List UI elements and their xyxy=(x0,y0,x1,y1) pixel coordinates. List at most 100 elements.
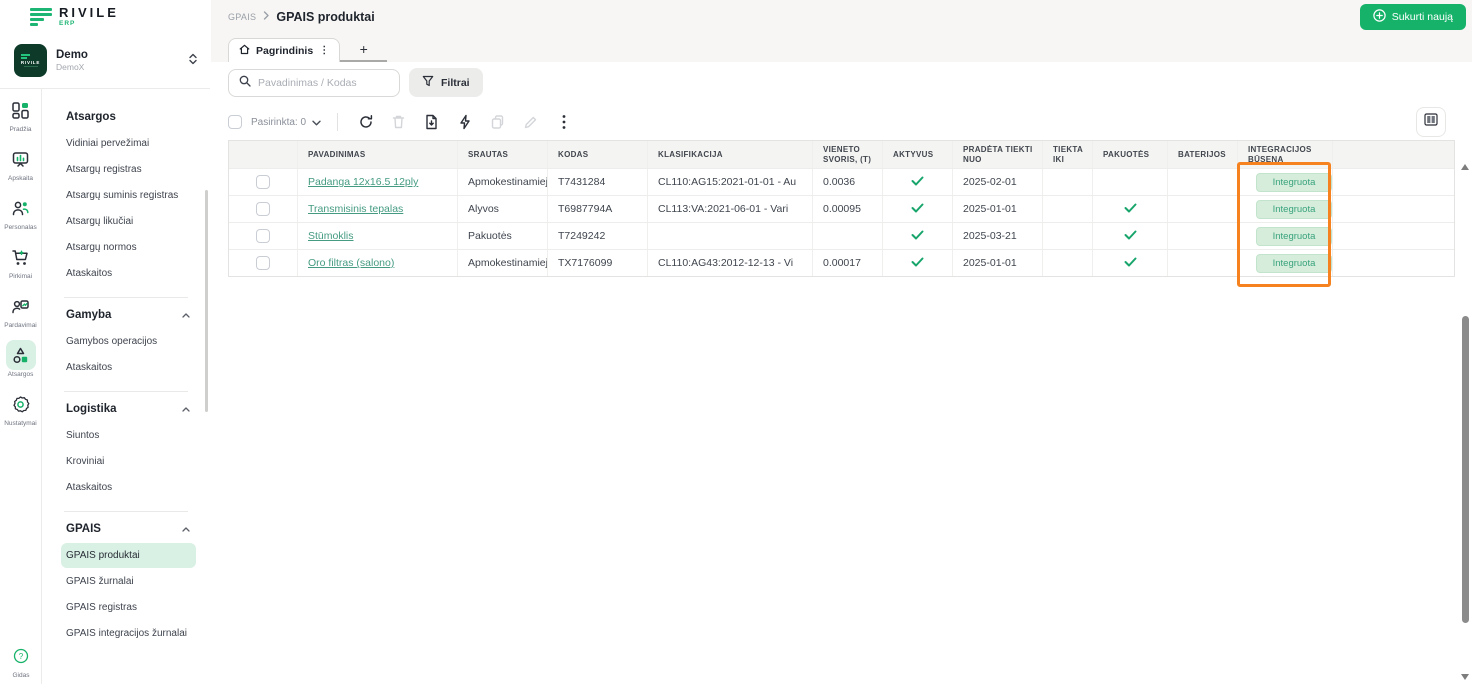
rail-item-pardavimai[interactable]: Pardavimai xyxy=(4,291,37,329)
filter-row: Filtrai xyxy=(228,68,483,97)
column-header-kodas[interactable]: KODAS xyxy=(547,141,647,168)
sidebar-item-gamybos-operacijos[interactable]: Gamybos operacijos xyxy=(61,329,196,354)
table-row: Transmisinis tepalasAlyvosT6987794ACL113… xyxy=(229,195,1454,222)
sidebar-item-ataskaitos[interactable]: Ataskaitos xyxy=(61,475,196,500)
sidebar-scrollbar[interactable] xyxy=(205,190,208,412)
sidebar-item-kroviniai[interactable]: Kroviniai xyxy=(61,449,196,474)
kodas-value: T7249242 xyxy=(558,230,605,242)
scroll-up-arrow[interactable] xyxy=(1461,164,1469,170)
aktyvus-cell xyxy=(882,196,952,222)
sidebar-item-gpais-žurnalai[interactable]: GPAIS žurnalai xyxy=(61,569,196,594)
rail-item-atsargos[interactable]: Atsargos xyxy=(4,340,37,378)
people-icon xyxy=(6,193,36,223)
gear-icon xyxy=(6,389,36,419)
sidebar-item-atsargų-suminis-registras[interactable]: Atsargų suminis registras xyxy=(61,183,196,208)
edit-button xyxy=(517,110,544,134)
question-icon: ? xyxy=(6,641,36,671)
trash-icon xyxy=(391,114,406,130)
select-all-checkbox[interactable] xyxy=(228,115,242,129)
create-new-button[interactable]: Sukurti naują xyxy=(1360,4,1466,30)
add-tab-button[interactable]: + xyxy=(340,38,387,62)
icon-rail-items: Pradžia Apskaita Personalas Pirkimai Pardavi… xyxy=(4,95,37,438)
sidebar-item-atsargų-registras[interactable]: Atsargų registras xyxy=(61,157,196,182)
help-label: Gidas xyxy=(13,672,30,679)
sidebar-item-gpais-registras[interactable]: GPAIS registras xyxy=(61,595,196,620)
unfold-icon[interactable] xyxy=(188,52,198,70)
sidebar-item-atsargų-normos[interactable]: Atsargų normos xyxy=(61,235,196,260)
sidebar-section-logistika[interactable]: Logistika xyxy=(66,403,210,415)
app-logo: RIVILE ERP xyxy=(0,0,210,33)
chevron-down-icon[interactable] xyxy=(312,113,321,131)
sidebar-item-gpais-produktai[interactable]: GPAIS produktai xyxy=(61,543,196,568)
column-header-pavadinimas[interactable]: PAVADINIMAS xyxy=(297,141,457,168)
scrollbar-thumb[interactable] xyxy=(1462,316,1469,623)
columns-settings-button[interactable] xyxy=(1416,107,1446,137)
breadcrumb-parent[interactable]: GPAIS xyxy=(228,12,256,22)
rail-item-apskaita[interactable]: Apskaita xyxy=(4,144,37,182)
sidebar-section-gamyba[interactable]: Gamyba xyxy=(66,309,210,321)
svoris-value: 0.00017 xyxy=(823,257,861,269)
funnel-icon xyxy=(422,75,434,90)
column-header-pradėta-tiekti-nuo[interactable]: PRADĖTA TIEKTI NUO xyxy=(952,141,1042,168)
export-button[interactable] xyxy=(418,110,445,134)
column-header-aktyvus[interactable]: AKTYVUS xyxy=(882,141,952,168)
column-header-integracijos-būsena[interactable]: INTEGRACIJOS BŪSENA xyxy=(1237,141,1332,168)
sidebar-item-vidiniai-pervežimai[interactable]: Vidiniai pervežimai xyxy=(61,131,196,156)
column-header-srautas[interactable]: SRAUTAS xyxy=(457,141,547,168)
product-link[interactable]: Oro filtras (salono) xyxy=(308,257,394,269)
product-link[interactable]: Transmisinis tepalas xyxy=(308,203,403,215)
brand-sub: ERP xyxy=(59,21,119,28)
chevron-up-icon xyxy=(182,405,190,414)
sidebar-item-ataskaitos[interactable]: Ataskaitos xyxy=(61,355,196,380)
sales-icon xyxy=(6,291,36,321)
row-checkbox[interactable] xyxy=(256,202,270,216)
baterijos-cell xyxy=(1167,250,1237,276)
main-area: GPAIS GPAIS produktai Sukurti naują Pagr… xyxy=(211,0,1472,684)
aktyvus-cell xyxy=(882,250,952,276)
tiekta-cell xyxy=(1042,223,1092,249)
refresh-button[interactable] xyxy=(352,110,379,134)
pradeta-cell: 2025-01-01 xyxy=(952,250,1042,276)
filters-button[interactable]: Filtrai xyxy=(409,68,483,97)
sidebar-section-gpais[interactable]: GPAIS xyxy=(66,523,210,535)
help-button[interactable]: ? Gidas xyxy=(0,641,42,679)
tiekta-cell xyxy=(1042,250,1092,276)
rail-item-pirkimai[interactable]: Pirkimai xyxy=(4,242,37,280)
rail-item-nustatymai[interactable]: Nustatymai xyxy=(4,389,37,427)
column-header-pakuotės[interactable]: PAKUOTĖS xyxy=(1092,141,1167,168)
sidebar-item-siuntos[interactable]: Siuntos xyxy=(61,423,196,448)
product-link[interactable]: Padanga 12x16.5 12ply xyxy=(308,176,418,188)
baterijos-cell xyxy=(1167,169,1237,195)
product-link[interactable]: Stūmoklis xyxy=(308,230,354,242)
rail-item-pradžia[interactable]: Pradžia xyxy=(4,95,37,133)
search-input[interactable] xyxy=(258,77,378,89)
column-header-tiekta-iki[interactable]: TIEKTA IKI xyxy=(1042,141,1092,168)
row-checkbox[interactable] xyxy=(256,256,270,270)
kodas-cell: T6987794A xyxy=(547,196,647,222)
sidebar-item-ataskaitos[interactable]: Ataskaitos xyxy=(61,261,196,286)
row-checkbox[interactable] xyxy=(256,229,270,243)
check-icon xyxy=(1124,227,1137,245)
sidebar-item-atsargų-likučiai[interactable]: Atsargų likučiai xyxy=(61,209,196,234)
kodas-cell: T7431284 xyxy=(547,169,647,195)
pavadinimas-cell: Stūmoklis xyxy=(297,223,457,249)
shapes-icon xyxy=(6,340,36,370)
column-header-baterijos[interactable]: BATERIJOS xyxy=(1167,141,1237,168)
baterijos-cell xyxy=(1167,223,1237,249)
rail-item-personalas[interactable]: Personalas xyxy=(4,193,37,231)
search-icon xyxy=(239,74,251,92)
row-checkbox[interactable] xyxy=(256,175,270,189)
tab-kebab-icon[interactable]: ⋮ xyxy=(319,45,329,56)
column-header-klasifikacija[interactable]: KLASIFIKACIJA xyxy=(647,141,812,168)
kebab-button[interactable] xyxy=(550,110,577,134)
srautas-value: Pakuotės xyxy=(468,230,512,242)
workspace-selector[interactable]: RIVILE Demo DemoX xyxy=(0,33,210,89)
sidebar-item-gpais-integracijos-žurnalai[interactable]: GPAIS integracijos žurnalai xyxy=(61,621,196,646)
status-badge: Integruota xyxy=(1256,173,1332,192)
scroll-down-arrow[interactable] xyxy=(1461,674,1469,680)
lightning-button[interactable] xyxy=(451,110,478,134)
sidebar-section-atsargos[interactable]: Atsargos xyxy=(66,111,210,123)
tab-pagrindinis[interactable]: Pagrindinis ⋮ xyxy=(228,38,340,62)
column-header-vieneto-svoris[interactable]: VIENETO SVORIS, (T) xyxy=(812,141,882,168)
sidebar-divider xyxy=(64,391,188,392)
